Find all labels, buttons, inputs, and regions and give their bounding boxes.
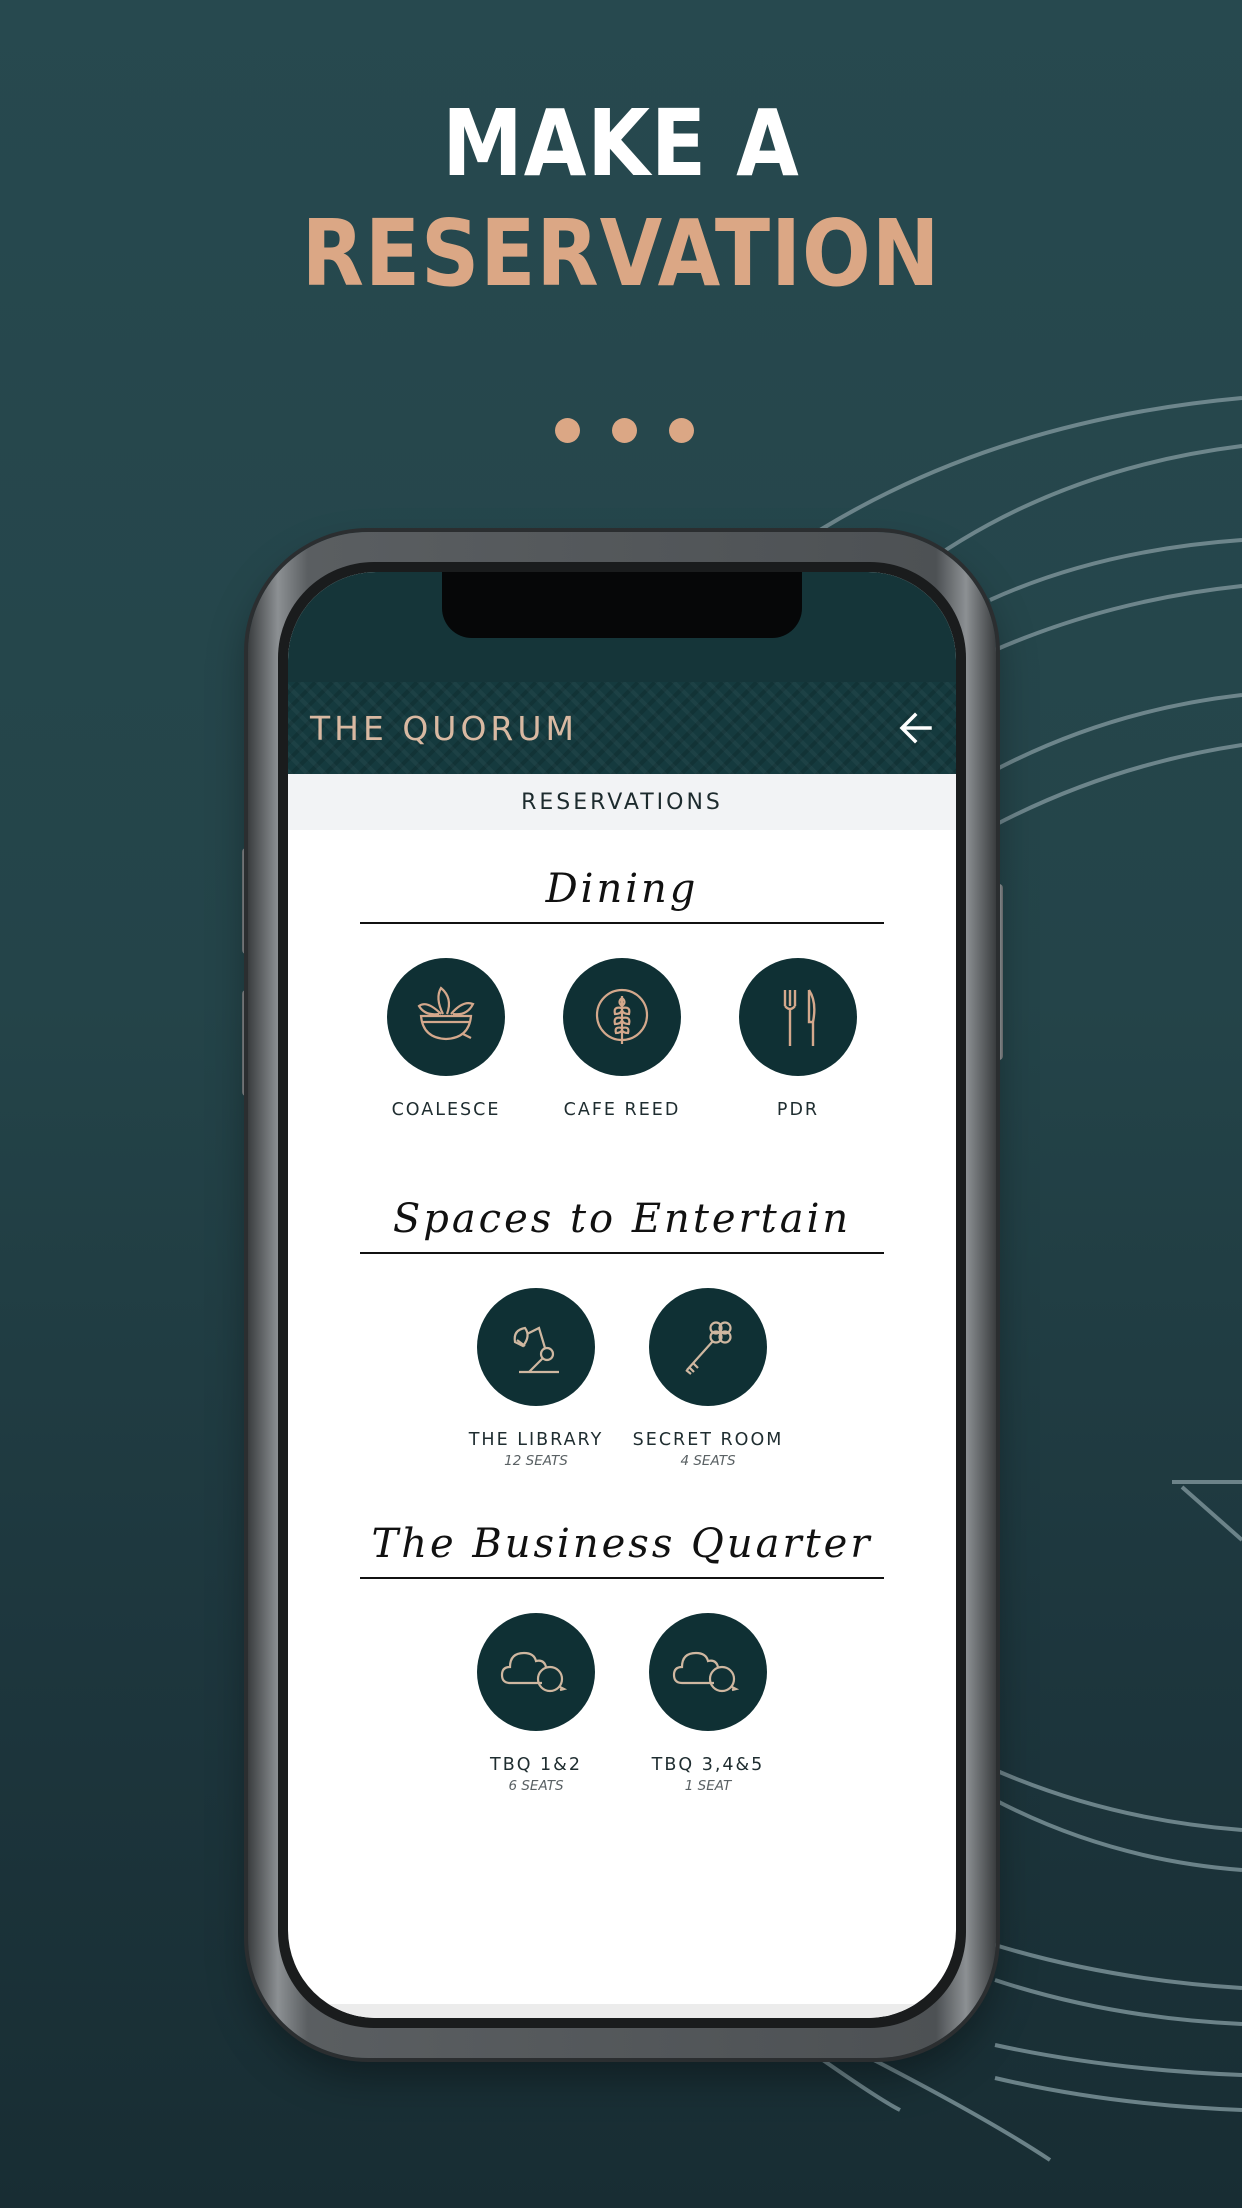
key-icon xyxy=(685,1321,732,1375)
desk-lamp-icon xyxy=(513,1326,559,1374)
venue-seats: 6 SEATS xyxy=(508,1778,564,1794)
venue-tbq-1-2[interactable]: TBQ 1&2 6 SEATS xyxy=(471,1613,601,1794)
phone-screen: THE QUORUM RESERVATIONS Dining COALESCE … xyxy=(288,572,956,2018)
venue-icon-circle xyxy=(477,1288,595,1406)
venue-tbq-3-4-5[interactable]: TBQ 3,4&5 1 SEAT xyxy=(643,1613,773,1794)
phone-notch xyxy=(442,572,802,638)
venue-list: TBQ 1&2 6 SEATS TBQ 3,4&5 1 SEAT xyxy=(288,1613,956,1794)
venue-label: TBQ 1&2 xyxy=(490,1755,582,1775)
phone-bezel: THE QUORUM RESERVATIONS Dining COALESCE … xyxy=(278,562,966,2028)
section-spaces-to-entertain: Spaces to Entertain THE LIBRARY 12 SEATS… xyxy=(288,1190,956,1469)
venue-label: TBQ 3,4&5 xyxy=(651,1755,765,1775)
venue-pdr[interactable]: PDR xyxy=(733,958,863,1120)
pager-dots xyxy=(555,418,694,443)
cloud-chat-icon xyxy=(500,1651,568,1693)
headline-make-a: MAKE A xyxy=(442,90,800,197)
venue-icon-circle xyxy=(477,1613,595,1731)
venue-label: COALESCE xyxy=(391,1100,501,1120)
app-header: THE QUORUM xyxy=(288,682,956,774)
venue-secret-room[interactable]: SECRET ROOM 4 SEATS xyxy=(633,1288,781,1469)
brand-title: THE QUORUM xyxy=(310,708,578,748)
venue-icon-circle xyxy=(739,958,857,1076)
venue-the-library[interactable]: THE LIBRARY 12 SEATS xyxy=(468,1288,604,1469)
venue-label: THE LIBRARY xyxy=(468,1430,604,1450)
venue-list: THE LIBRARY 12 SEATS SECRET ROOM 4 SEATS xyxy=(288,1288,956,1469)
reservations-content: Dining COALESCE CAFE REED PDR Spaces to … xyxy=(288,830,956,1794)
venue-icon-circle xyxy=(649,1613,767,1731)
home-indicator-area xyxy=(288,2004,956,2018)
pager-dot xyxy=(555,418,580,443)
section-title: Dining xyxy=(360,860,884,924)
venue-icon-circle xyxy=(387,958,505,1076)
venue-coalesce[interactable]: COALESCE xyxy=(381,958,511,1120)
venue-cafe-reed[interactable]: CAFE REED xyxy=(557,958,687,1120)
venue-list: COALESCE CAFE REED PDR xyxy=(288,958,956,1120)
venue-label: CAFE REED xyxy=(563,1100,681,1120)
venue-seats: 12 SEATS xyxy=(504,1453,568,1469)
headline-reservation: RESERVATION xyxy=(301,200,941,307)
phone-frame: THE QUORUM RESERVATIONS Dining COALESCE … xyxy=(248,532,996,2058)
section-title: Spaces to Entertain xyxy=(360,1190,884,1254)
page-title: RESERVATIONS xyxy=(288,774,956,830)
venue-label: SECRET ROOM xyxy=(632,1430,784,1450)
fork-knife-icon xyxy=(783,989,816,1046)
pager-dot xyxy=(669,418,694,443)
venue-icon-circle xyxy=(649,1288,767,1406)
section-title: The Business Quarter xyxy=(360,1515,884,1579)
venue-seats: 1 SEAT xyxy=(684,1778,732,1794)
section-dining: Dining COALESCE CAFE REED PDR xyxy=(288,860,956,1120)
arrow-left-icon xyxy=(899,712,932,744)
pager-dot xyxy=(612,418,637,443)
venue-icon-circle xyxy=(563,958,681,1076)
status-bar xyxy=(288,572,956,682)
cloud-chat-icon xyxy=(672,1651,740,1693)
wheat-icon xyxy=(595,988,649,1044)
back-button[interactable] xyxy=(894,706,938,750)
venue-label: PDR xyxy=(776,1100,820,1120)
venue-seats: 4 SEATS xyxy=(680,1453,736,1469)
salad-bowl-icon xyxy=(417,986,475,1041)
section-business-quarter: The Business Quarter TBQ 1&2 6 SEATS TBQ… xyxy=(288,1515,956,1794)
